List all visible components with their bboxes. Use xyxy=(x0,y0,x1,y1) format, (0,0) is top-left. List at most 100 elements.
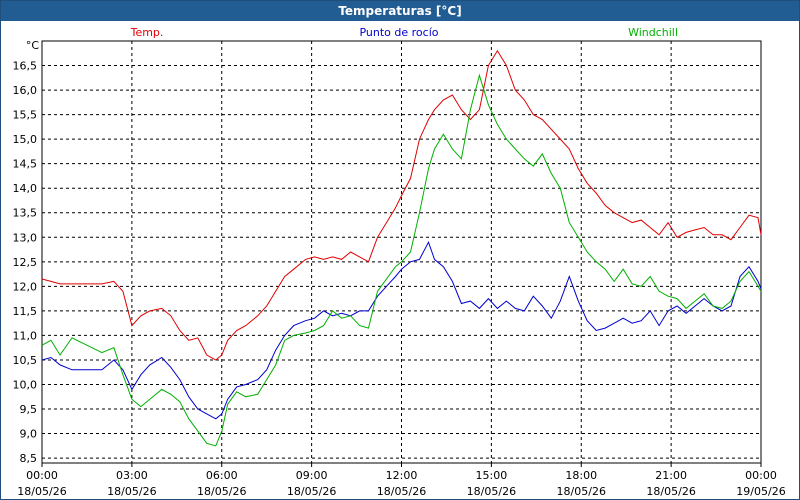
data-point-2 xyxy=(559,187,561,189)
data-point-2 xyxy=(604,268,606,270)
data-point-1 xyxy=(368,310,370,312)
data-point-2 xyxy=(622,268,624,270)
data-point-2 xyxy=(613,281,615,283)
data-point-1 xyxy=(395,276,397,278)
y-tick-label: 10,0 xyxy=(13,378,38,391)
data-point-2 xyxy=(667,295,669,297)
data-point-2 xyxy=(434,148,436,150)
data-point-1 xyxy=(284,335,286,337)
x-tick-date-label: 18/05/26 xyxy=(287,485,336,498)
data-point-2 xyxy=(533,165,535,167)
data-point-2 xyxy=(730,300,732,302)
data-point-2 xyxy=(658,290,660,292)
data-point-2 xyxy=(703,293,705,295)
data-point-0 xyxy=(305,259,307,261)
data-point-2 xyxy=(640,286,642,288)
x-tick-date-label: 19/05/26 xyxy=(736,485,785,498)
data-point-0 xyxy=(86,283,88,285)
data-point-2 xyxy=(550,173,552,175)
data-point-1 xyxy=(631,322,633,324)
data-point-1 xyxy=(428,241,430,243)
data-point-0 xyxy=(419,138,421,140)
data-point-0 xyxy=(595,192,597,194)
data-point-1 xyxy=(760,288,762,290)
data-point-0 xyxy=(568,148,570,150)
data-point-2 xyxy=(341,317,343,319)
data-point-2 xyxy=(443,133,445,135)
data-point-2 xyxy=(676,298,678,300)
y-tick-label: 14,5 xyxy=(13,158,38,171)
data-point-2 xyxy=(197,430,199,432)
data-point-1 xyxy=(140,374,142,376)
data-point-2 xyxy=(257,394,259,396)
data-point-1 xyxy=(595,330,597,332)
y-tick-label: 10,5 xyxy=(13,354,38,367)
data-point-1 xyxy=(113,359,115,361)
y-axis-unit-label: °C xyxy=(26,39,40,52)
data-point-2 xyxy=(577,236,579,238)
data-point-1 xyxy=(550,317,552,319)
chart-window: Temperaturas [°C] 8,5 9,0 9,5 10,0 10,5 11,0 1… xyxy=(0,0,800,500)
x-tick-date-label: 18/05/26 xyxy=(107,485,156,498)
y-tick-label: 16,0 xyxy=(13,84,38,97)
data-point-1 xyxy=(86,369,88,371)
data-point-1 xyxy=(479,308,481,310)
data-point-2 xyxy=(227,403,229,405)
data-point-1 xyxy=(419,259,421,261)
x-tick-date-label: 18/05/26 xyxy=(197,485,246,498)
x-tick-date-label: 18/05/26 xyxy=(646,485,695,498)
y-tick-label: 11,0 xyxy=(13,329,38,342)
data-point-1 xyxy=(221,413,223,415)
data-point-0 xyxy=(550,129,552,131)
data-point-0 xyxy=(730,239,732,241)
data-point-0 xyxy=(341,259,343,261)
data-point-1 xyxy=(613,322,615,324)
data-point-0 xyxy=(748,214,750,216)
data-point-0 xyxy=(71,283,73,285)
data-point-0 xyxy=(101,283,103,285)
data-point-2 xyxy=(401,261,403,263)
data-point-0 xyxy=(170,315,172,317)
data-point-1 xyxy=(377,295,379,297)
data-point-0 xyxy=(739,227,741,229)
data-point-2 xyxy=(506,138,508,140)
data-point-0 xyxy=(236,330,238,332)
data-point-2 xyxy=(470,109,472,111)
y-tick-label: 15,5 xyxy=(13,109,38,122)
data-point-1 xyxy=(443,266,445,268)
data-point-2 xyxy=(245,396,247,398)
data-point-2 xyxy=(140,406,142,408)
data-point-1 xyxy=(245,384,247,386)
data-point-2 xyxy=(694,300,696,302)
data-point-0 xyxy=(386,222,388,224)
data-point-1 xyxy=(197,408,199,410)
data-point-0 xyxy=(461,109,463,111)
data-point-1 xyxy=(206,413,208,415)
data-point-0 xyxy=(257,315,259,317)
x-tick-time-label: 15:00 xyxy=(476,469,508,482)
data-point-0 xyxy=(149,310,151,312)
data-point-1 xyxy=(323,310,325,312)
temperature-chart: 8,5 9,0 9,5 10,0 10,5 11,0 11,5 12,0 12,5 13,0 13,… xyxy=(13,26,786,498)
data-point-0 xyxy=(524,99,526,101)
data-point-1 xyxy=(461,303,463,305)
data-point-0 xyxy=(221,354,223,356)
data-point-1 xyxy=(59,364,61,366)
data-point-2 xyxy=(350,315,352,317)
data-point-2 xyxy=(332,310,334,312)
data-point-1 xyxy=(179,379,181,381)
data-point-0 xyxy=(245,325,247,327)
data-point-2 xyxy=(631,283,633,285)
data-point-0 xyxy=(122,290,124,292)
data-point-2 xyxy=(368,327,370,329)
x-tick-time-label: 21:00 xyxy=(655,469,687,482)
x-tick-time-label: 09:00 xyxy=(296,469,328,482)
data-point-2 xyxy=(568,222,570,224)
data-point-1 xyxy=(577,300,579,302)
data-point-0 xyxy=(206,354,208,356)
x-tick-time-label: 18:00 xyxy=(565,469,597,482)
data-point-0 xyxy=(542,119,544,121)
x-tick-date-label: 18/05/26 xyxy=(17,485,66,498)
data-point-2 xyxy=(595,261,597,263)
data-point-0 xyxy=(443,99,445,101)
